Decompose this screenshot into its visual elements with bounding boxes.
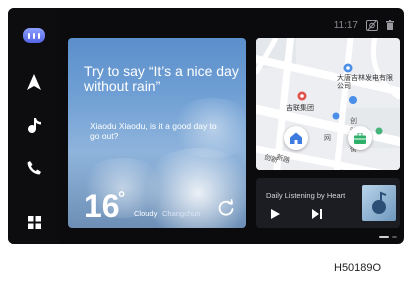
temperature-degree: ° xyxy=(118,188,126,208)
page-dot xyxy=(392,236,397,238)
map-poi-label: 大唐吉林发电有限公司 xyxy=(337,75,393,90)
weather-condition: Cloudy xyxy=(134,209,158,218)
music-title: Daily Listening by Heart xyxy=(266,191,346,200)
refresh-icon[interactable] xyxy=(216,198,236,218)
page-dot-active xyxy=(379,236,389,238)
next-track-icon[interactable] xyxy=(312,209,322,219)
album-art[interactable] xyxy=(362,185,396,221)
sidebar-item-phone[interactable] xyxy=(20,154,48,182)
album-art-figure xyxy=(372,191,387,214)
navigation-arrow-icon xyxy=(27,74,41,90)
clock: 11:17 xyxy=(333,19,358,31)
company-button[interactable] xyxy=(348,126,372,150)
music-note-icon xyxy=(28,118,41,133)
map-poi-label: 吉联集团 xyxy=(286,105,314,112)
figure-code: H50189O xyxy=(334,262,382,274)
map-street-label: 网 xyxy=(324,135,331,142)
no-signal-icon xyxy=(366,19,378,31)
sidebar xyxy=(8,8,60,244)
sidebar-item-navigation[interactable] xyxy=(20,68,48,96)
sidebar-item-music[interactable] xyxy=(20,112,48,140)
weather-city: Changchun xyxy=(162,209,201,218)
map-card[interactable]: 大唐吉林发电有限公司 吉联集团 创 网 街 路 创新 新路 xyxy=(256,38,400,170)
sidebar-item-apps[interactable] xyxy=(20,208,48,236)
voice-hint-question: Xiaodu Xiaodu, is it a good day to go ou… xyxy=(90,121,217,141)
status-bar: 11:17 xyxy=(334,18,394,32)
map-background xyxy=(256,38,400,170)
trash-icon[interactable] xyxy=(386,20,394,30)
home-button[interactable] xyxy=(284,126,308,150)
map-street-label: 创 xyxy=(350,118,357,125)
play-icon[interactable] xyxy=(270,209,280,219)
home-icon xyxy=(290,132,302,144)
page-indicator xyxy=(379,236,397,238)
music-card[interactable]: Daily Listening by Heart xyxy=(256,178,400,228)
voice-assistant-icon[interactable] xyxy=(23,28,45,43)
phone-icon xyxy=(27,161,41,175)
temperature-value: 16 xyxy=(84,188,120,224)
app-grid-icon xyxy=(27,215,41,229)
briefcase-icon xyxy=(354,132,366,144)
voice-hint-title: Try to say “It’s a nice day without rain… xyxy=(84,63,239,94)
weather-card[interactable]: Try to say “It’s a nice day without rain… xyxy=(68,38,246,228)
infotainment-screen: 11:17 Try to say “It’s a nice day withou… xyxy=(8,8,404,244)
